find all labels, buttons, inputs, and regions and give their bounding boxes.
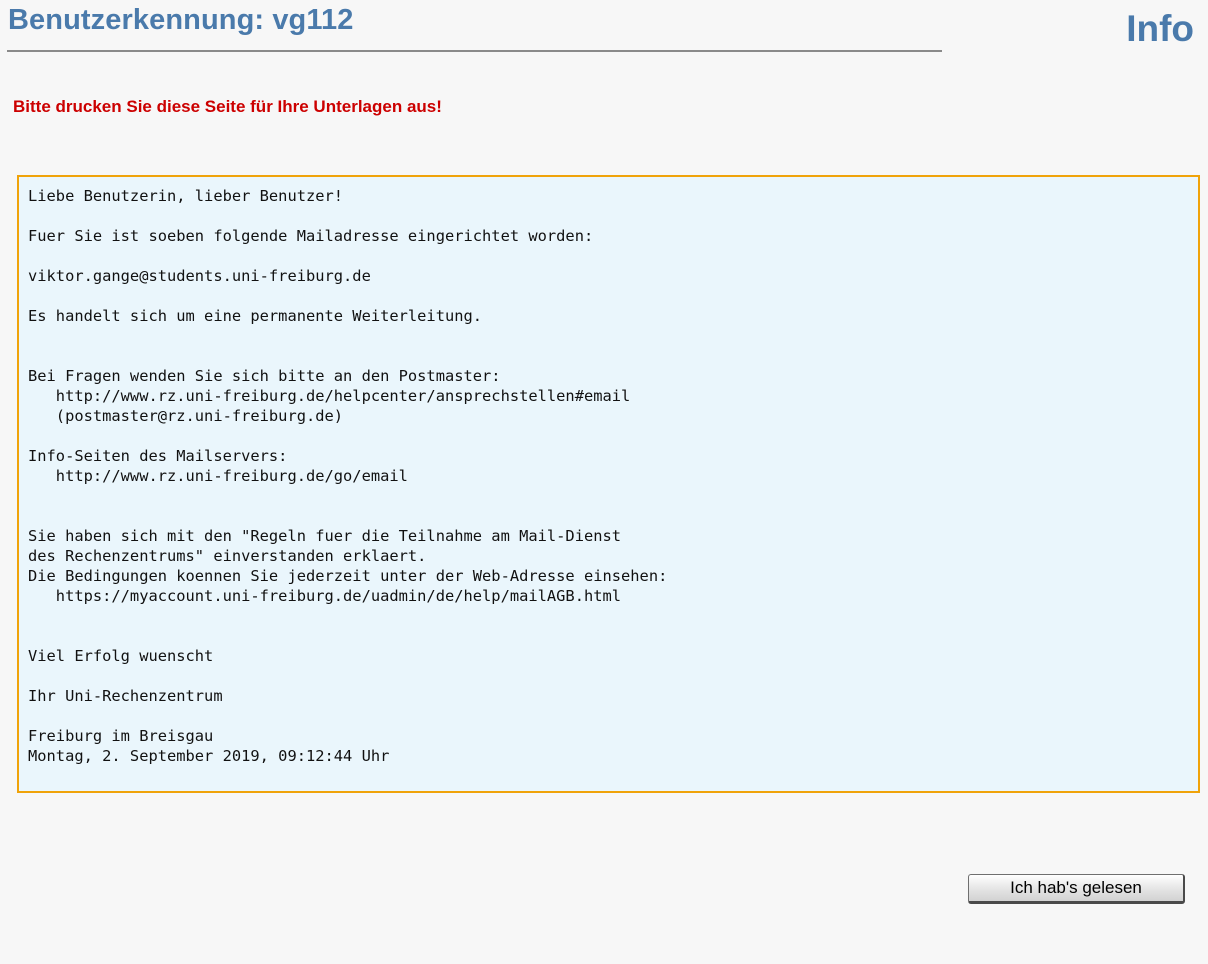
message-line: Bei Fragen wenden Sie sich bitte an den …	[28, 367, 501, 385]
message-line: (postmaster@rz.uni-freiburg.de)	[28, 407, 344, 425]
message-line: Sie haben sich mit den "Regeln fuer die …	[28, 527, 622, 545]
message-line: Montag, 2. September 2019, 09:12:44 Uhr	[28, 747, 390, 765]
message-line: Fuer Sie ist soeben folgende Mailadresse…	[28, 227, 594, 245]
page: Benutzerkennung: vg112 Info Bitte drucke…	[0, 0, 1208, 964]
message-line: Ihr Uni-Rechenzentrum	[28, 687, 223, 705]
message-line: https://myaccount.uni-freiburg.de/uadmin…	[28, 587, 622, 605]
message-line: http://www.rz.uni-freiburg.de/helpcenter…	[28, 387, 631, 405]
info-label: Info	[1126, 8, 1194, 49]
message-box: Liebe Benutzerin, lieber Benutzer! Fuer …	[17, 175, 1200, 793]
confirm-read-button[interactable]: Ich hab's gelesen	[968, 874, 1185, 904]
message-text: Liebe Benutzerin, lieber Benutzer! Fuer …	[28, 186, 667, 766]
message-line: Die Bedingungen koennen Sie jederzeit un…	[28, 567, 668, 585]
message-line: Info-Seiten des Mailservers:	[28, 447, 288, 465]
message-line: Freiburg im Breisgau	[28, 727, 214, 745]
message-line: viktor.gange@students.uni-freiburg.de	[28, 267, 371, 285]
message-line: Viel Erfolg wuenscht	[28, 647, 214, 665]
message-line: Liebe Benutzerin, lieber Benutzer!	[28, 187, 344, 205]
message-line: des Rechenzentrums" einverstanden erklae…	[28, 547, 427, 565]
message-line: http://www.rz.uni-freiburg.de/go/email	[28, 467, 408, 485]
print-warning: Bitte drucken Sie diese Seite für Ihre U…	[13, 97, 442, 116]
page-title: Benutzerkennung: vg112	[8, 4, 354, 36]
message-line: Es handelt sich um eine permanente Weite…	[28, 307, 483, 325]
title-divider	[7, 50, 942, 52]
